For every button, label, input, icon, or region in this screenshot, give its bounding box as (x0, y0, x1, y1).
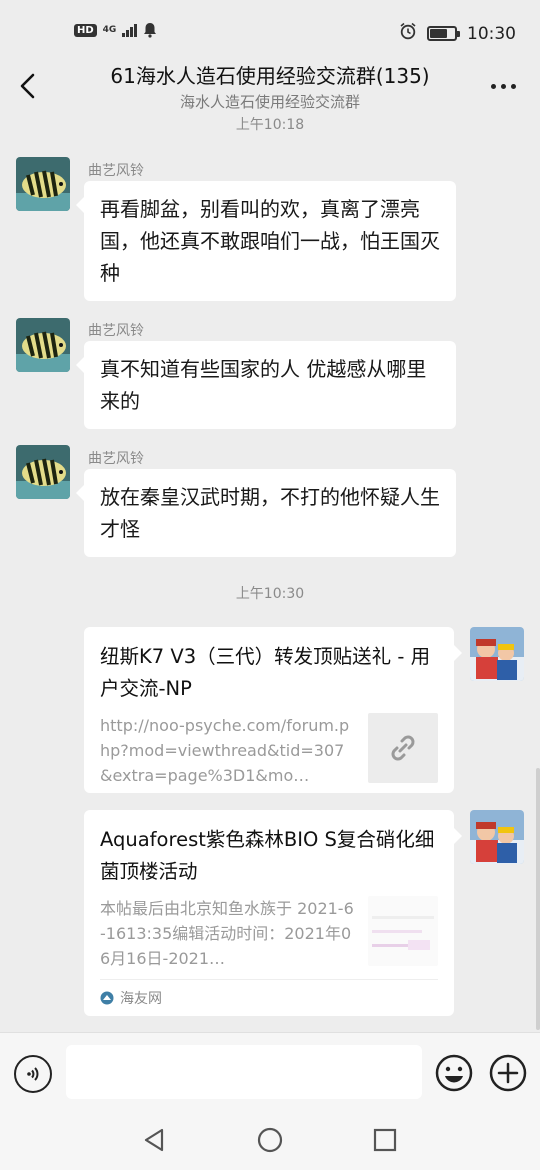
hd-badge: HD (74, 23, 97, 37)
card-thumbnail (368, 896, 438, 966)
link-icon (391, 735, 415, 761)
link-card[interactable]: 纽斯K7 V3（三代）转发顶贴送礼 - 用户交流-NP http://noo-p… (84, 627, 462, 793)
status-time: 10:30 (467, 23, 516, 44)
card-thumbnail (368, 713, 438, 783)
my-avatar[interactable] (470, 810, 524, 864)
source-logo-icon (100, 991, 114, 1005)
sender-name: 曲艺风铃 (88, 451, 144, 467)
chat-subtitle: 海水人造石使用经验交流群 (179, 93, 360, 111)
more-options-icon[interactable] (491, 84, 516, 89)
message-bubble[interactable]: 真不知道有些国家的人 优越感从哪里来的 (76, 341, 456, 429)
card-source: 海友网 (100, 979, 438, 1008)
network-type: 4G (102, 24, 117, 35)
system-nav-bar (0, 1114, 540, 1170)
timestamp: 上午10:18 (235, 117, 305, 133)
notification-bell-icon (143, 22, 157, 38)
chat-title: 61海水人造石使用经验交流群(135) (110, 64, 430, 88)
card-description: http://noo-psyche.com/forum.php?mod=view… (100, 716, 350, 785)
scrollbar[interactable] (536, 768, 540, 1030)
card-title: 纽斯K7 V3（三代）转发顶贴送礼 - 用户交流-NP (100, 645, 431, 700)
nav-recent-apps-icon[interactable] (372, 1127, 398, 1153)
emoji-button-icon[interactable] (434, 1053, 474, 1093)
sender-name: 曲艺风铃 (88, 323, 144, 339)
battery-icon (427, 26, 460, 41)
alarm-icon (399, 22, 417, 45)
card-title: Aquaforest紫色森林BIO S复合硝化细菌顶楼活动 (100, 828, 435, 883)
message-bubble[interactable]: 再看脚盆，别看叫的欢，真离了漂亮国，他还真不敢跟咱们一战，怕王国灭种 (76, 181, 456, 301)
card-description: 本帖最后由北京知鱼水族于 2021-6-1613:35编辑活动时间：2021年0… (100, 899, 354, 968)
card-source-name: 海友网 (120, 991, 162, 1007)
avatar[interactable] (16, 318, 70, 372)
message-bubble[interactable]: 放在秦皇汉武时期，不打的他怀疑人生才怪 (76, 469, 456, 557)
voice-icon (27, 1067, 39, 1081)
input-bar (0, 1032, 540, 1114)
status-left: HD 4G (74, 22, 157, 38)
article-thumbnail-icon (372, 916, 434, 950)
chat-header: 61海水人造石使用经验交流群(135) 海水人造石使用经验交流群 (0, 56, 540, 116)
nav-home-icon[interactable] (256, 1126, 284, 1154)
signal-icon (122, 23, 138, 37)
status-right: 10:30 (399, 22, 516, 45)
my-avatar[interactable] (470, 627, 524, 681)
add-more-button-icon[interactable] (488, 1053, 528, 1093)
sender-name: 曲艺风铃 (88, 163, 144, 179)
nav-back-icon[interactable] (140, 1126, 168, 1154)
timestamp: 上午10:30 (235, 586, 305, 602)
avatar[interactable] (16, 445, 70, 499)
message-input[interactable] (66, 1045, 422, 1099)
link-card[interactable]: Aquaforest紫色森林BIO S复合硝化细菌顶楼活动 本帖最后由北京知鱼水… (84, 810, 462, 1016)
avatar[interactable] (16, 157, 70, 211)
voice-input-button[interactable] (14, 1055, 52, 1093)
